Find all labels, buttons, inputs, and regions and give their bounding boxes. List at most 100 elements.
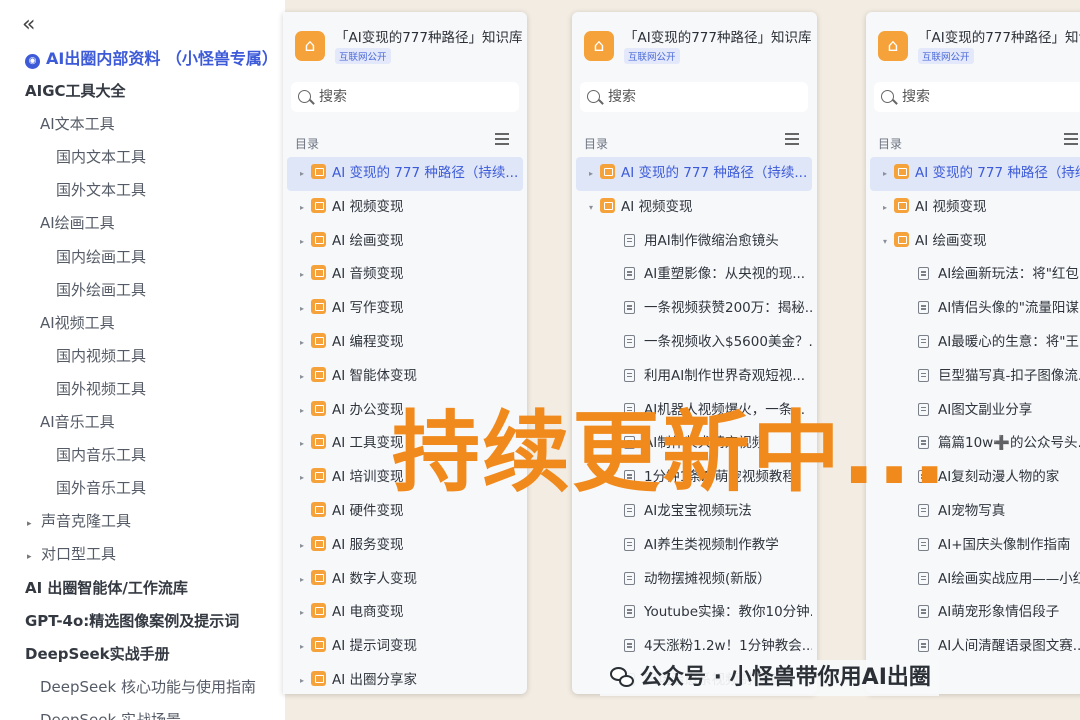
tree-doc-row[interactable]: AI人间清醒语录图文赛... (870, 630, 1080, 664)
outline-item[interactable]: 国外视频工具 (0, 373, 285, 406)
outline-item[interactable]: DeepSeek 实战场景 (0, 704, 285, 720)
tree-folder-row[interactable]: ▸ AI 变现的 777 种路径（持续... (870, 157, 1080, 191)
tree-folder-row[interactable]: ▸ AI 音频变现 (287, 258, 523, 292)
expand-arrow-icon[interactable]: ▸ (293, 563, 311, 597)
tree-row-label: 用AI制作微缩治愈镜头 (644, 232, 779, 249)
tree-doc-row[interactable]: AI绘画实战应用——小红... (870, 563, 1080, 597)
expand-arrow-icon[interactable]: ▸ (876, 191, 894, 225)
tree-folder-row[interactable]: ▸ AI 变现的 777 种路径（持续... (576, 157, 812, 191)
outline-item[interactable]: 国外文本工具 (0, 174, 285, 207)
tree-doc-row[interactable]: Youtube实操：教你10分钟... (576, 596, 812, 630)
outline-item[interactable]: 国内音乐工具 (0, 439, 285, 472)
outline-item[interactable]: AIGC工具大全 (0, 75, 285, 108)
document-icon (624, 233, 635, 247)
tree-doc-row[interactable]: 一条视频收入$5600美金？... (576, 326, 812, 360)
tree-folder-row[interactable]: ▾ AI 绘画变现 (870, 225, 1080, 259)
expand-arrow-icon[interactable]: ▸ (293, 191, 311, 225)
tree-folder-row[interactable]: ▸ AI 变现的 777 种路径（持续... (287, 157, 523, 191)
tree-folder-row[interactable]: ▸ AI 服务变现 (287, 529, 523, 563)
tree-folder-row[interactable]: ▸ AI 视频变现 (870, 191, 1080, 225)
tree-doc-row[interactable]: AI最暖心的生意：将"王... (870, 326, 1080, 360)
outline-item-label: DeepSeek 核心功能与使用指南 (40, 677, 256, 696)
expand-arrow-icon[interactable]: ▸ (582, 157, 600, 191)
expand-arrow-icon[interactable]: ▸ (293, 326, 311, 360)
list-view-icon[interactable] (495, 133, 509, 145)
document-icon: ◉ (25, 54, 40, 69)
expand-arrow-icon[interactable]: ▸ (293, 630, 311, 664)
tree-folder-row[interactable]: ▸ AI 提示词变现 (287, 630, 523, 664)
document-icon (624, 605, 635, 619)
outline-item[interactable]: AI视频工具 (0, 307, 285, 340)
outline-list: ◉ AI出圈内部资料 （小怪兽专属） AIGC工具大全 AI文本工具 国内文本工具国外文… (0, 42, 285, 720)
kb-title[interactable]: 「AI变现的777种路径」知识库 (335, 26, 522, 46)
expand-arrow-icon[interactable]: ▸ (293, 427, 311, 461)
list-view-icon[interactable] (1064, 133, 1078, 145)
outline-item[interactable]: AI音乐工具 (0, 406, 285, 439)
tree-doc-row[interactable]: AI养生类视频制作教学 (576, 529, 812, 563)
kb-title[interactable]: 「AI变现的777种路径」知识库 (624, 26, 811, 46)
tree-row-label: AI+国庆头像制作指南 (938, 536, 1071, 553)
tree-doc-row[interactable]: AI绘画新玩法：将"红包... (870, 258, 1080, 292)
knowledge-base-panel-1: ⌂ 「AI变现的777种路径」知识库 互联网公开 搜索 目录 ▸ AI 变现的 777 种路… (283, 12, 527, 694)
expand-arrow-icon[interactable]: ▸ (293, 292, 311, 326)
tree-doc-row[interactable]: 一条视频获赞200万：揭秘... (576, 292, 812, 326)
expand-arrow-icon[interactable]: ▸ (293, 461, 311, 495)
tree-doc-row[interactable]: 4天涨粉1.2w！1分钟教会... (576, 630, 812, 664)
tree-doc-row[interactable]: AI情侣头像的"流量阳谋... (870, 292, 1080, 326)
outline-item[interactable]: 国内绘画工具 (0, 241, 285, 274)
tree-folder-row[interactable]: ▸ AI 出圈分享家 (287, 664, 523, 694)
expand-arrow-icon[interactable]: ▸ (293, 664, 311, 694)
collapse-arrow-icon[interactable]: ▾ (582, 191, 600, 225)
outline-item[interactable]: ▸ 声音克隆工具 (0, 505, 285, 538)
expand-arrow-icon[interactable]: ▸ (293, 529, 311, 563)
outline-item[interactable]: 国内视频工具 (0, 340, 285, 373)
collapse-sidebar-icon[interactable]: « (22, 12, 35, 37)
tree-folder-row[interactable]: ▸ AI 编程变现 (287, 326, 523, 360)
outline-item-label: 国外文本工具 (56, 181, 147, 200)
tree-doc-row[interactable]: AI重塑影像：从央视的现... (576, 258, 812, 292)
list-view-icon[interactable] (785, 133, 799, 145)
outline-item[interactable]: ◉ AI出圈内部资料 （小怪兽专属） (0, 42, 285, 75)
expand-arrow-icon[interactable]: ▸ (293, 596, 311, 630)
outline-item-label: 国内音乐工具 (56, 446, 147, 465)
collapse-arrow-icon[interactable]: ▾ (876, 225, 894, 259)
tree-row-label: AI 写作变现 (332, 300, 404, 317)
tree-doc-row[interactable]: 动物摆摊视频(新版） (576, 563, 812, 597)
tree-folder-row[interactable]: ▸ AI 数字人变现 (287, 563, 523, 597)
outline-item[interactable]: AI文本工具 (0, 108, 285, 141)
folder-icon (311, 434, 326, 450)
tree-folder-row[interactable]: ▸ AI 写作变现 (287, 292, 523, 326)
search-input[interactable]: 搜索 (874, 82, 1080, 112)
expand-arrow-icon[interactable]: ▸ (293, 157, 311, 191)
tree-folder-row[interactable]: ▸ AI 智能体变现 (287, 360, 523, 394)
tree-doc-row[interactable]: 用AI制作微缩治愈镜头 (576, 225, 812, 259)
search-input[interactable]: 搜索 (580, 82, 808, 112)
tree-doc-row[interactable]: AI萌宠形象情侣段子 (870, 596, 1080, 630)
outline-item[interactable]: DeepSeek实战手册 (0, 638, 285, 671)
kb-title[interactable]: 「AI变现的777种路径」知识库 (918, 26, 1080, 46)
expand-arrow-icon[interactable]: ▸ (293, 225, 311, 259)
tree-folder-row[interactable]: ▾ AI 视频变现 (576, 191, 812, 225)
expand-arrow-icon[interactable]: ▸ (293, 394, 311, 428)
tree-doc-row[interactable]: 巨型猫写真-扣子图像流... (870, 360, 1080, 394)
search-input[interactable]: 搜索 (291, 82, 519, 112)
watermark-text: 公众号 · 小怪兽带你用AI出圈 (640, 665, 931, 690)
tree-doc-row[interactable]: AI+国庆头像制作指南 (870, 529, 1080, 563)
outline-item[interactable]: GPT-4o:精选图像案例及提示词 (0, 605, 285, 638)
expand-arrow-icon[interactable]: ▸ (293, 258, 311, 292)
outline-item[interactable]: 国内文本工具 (0, 141, 285, 174)
outline-item[interactable]: AI 出圈智能体/工作流库 (0, 572, 285, 605)
outline-item[interactable]: ▸ 对口型工具 (0, 538, 285, 571)
expand-arrow-icon[interactable]: ▸ (876, 157, 894, 191)
expand-arrow-icon: ▸ (27, 552, 32, 563)
search-placeholder: 搜索 (902, 89, 930, 105)
expand-arrow-icon[interactable]: ▸ (293, 360, 311, 394)
outline-item[interactable]: AI绘画工具 (0, 207, 285, 240)
outline-item[interactable]: 国外音乐工具 (0, 472, 285, 505)
tree-folder-row[interactable]: ▸ AI 电商变现 (287, 596, 523, 630)
outline-item[interactable]: DeepSeek 核心功能与使用指南 (0, 671, 285, 704)
tree-folder-row[interactable]: ▸ AI 视频变现 (287, 191, 523, 225)
outline-item[interactable]: 国外绘画工具 (0, 274, 285, 307)
tree-folder-row[interactable]: ▸ AI 绘画变现 (287, 225, 523, 259)
tree-doc-row[interactable]: 利用AI制作世界奇观短视... (576, 360, 812, 394)
